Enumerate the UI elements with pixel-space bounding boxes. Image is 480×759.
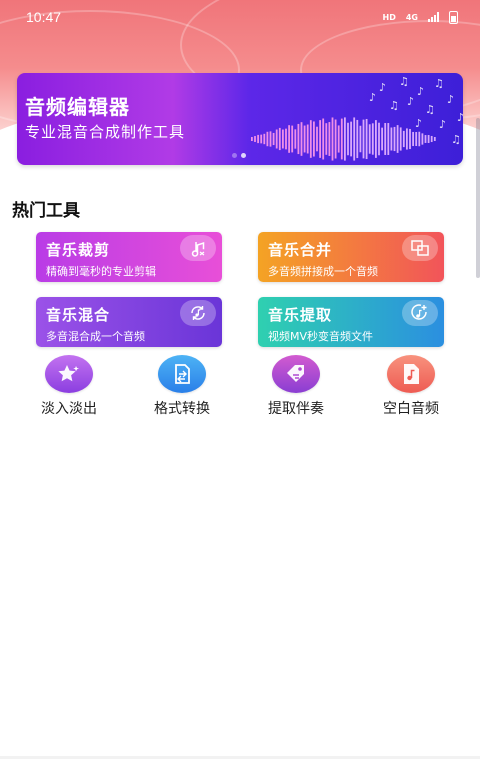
shortcut-label: 格式转换 [154,401,210,417]
svg-text:♪: ♪ [457,111,463,124]
status-bar: 10:47 HD 4G [0,0,480,34]
music-merge-card[interactable]: 音乐合并 多音频拼接成一个音频 [258,232,444,282]
status-time: 10:47 [26,9,62,25]
music-file-icon [387,355,435,393]
tag-icon [272,355,320,393]
merge-squares-icon [402,235,438,261]
network-indicator: 4G [405,12,418,22]
fade-in-out-shortcut[interactable]: 淡入淡出 [24,355,114,418]
hd-indicator: HD [382,12,396,22]
battery-icon [449,10,458,24]
hot-tools-title: 热门工具 [12,201,80,221]
music-note-scissors-icon [180,235,216,261]
banner-subtitle: 专业混音合成制作工具 [25,123,186,141]
svg-text:♫: ♫ [399,75,409,88]
card-title: 音乐合并 [268,241,333,259]
shortcut-label: 空白音频 [383,401,439,417]
scrollbar[interactable] [476,118,480,278]
banner-pagination [232,153,246,158]
soundwave-illustration: ♪ ♫♪ ♫♪♫ ♪♫♪ ♫♪♪ ♪ [251,75,463,161]
music-extract-icon [402,300,438,326]
banner-dot-active[interactable] [241,153,246,158]
card-desc: 多音混合成一个音频 [46,330,145,343]
svg-text:♪: ♪ [415,117,422,130]
svg-text:♪: ♪ [447,93,454,106]
card-desc: 多音频拼接成一个音频 [268,265,378,278]
svg-text:♫: ♫ [434,77,444,90]
promo-banner[interactable]: 音频编辑器 专业混音合成制作工具 ♪ ♫ ♪ ♫ ♪ ♫ ♪ ♫ ♪ ♫ ♪ ♪ ♪ [17,73,463,165]
svg-text:♪: ♪ [407,95,414,108]
svg-text:♪: ♪ [379,81,386,94]
music-cycle-icon [180,300,216,326]
svg-text:♫: ♫ [425,103,435,116]
svg-text:♫: ♫ [389,99,399,112]
music-mix-card[interactable]: 音乐混合 多音混合成一个音频 [36,297,222,347]
card-desc: 精确到毫秒的专业剪辑 [46,265,156,278]
shortcut-label: 淡入淡出 [41,401,97,417]
music-extract-card[interactable]: 音乐提取 视频MV秒变音频文件 [258,297,444,347]
status-indicators: HD 4G [382,10,458,24]
blank-audio-shortcut[interactable]: 空白音频 [366,355,456,418]
extract-accompaniment-shortcut[interactable]: 提取伴奏 [251,355,341,418]
card-desc: 视频MV秒变音频文件 [268,330,374,343]
card-title: 音乐提取 [268,306,333,324]
format-convert-shortcut[interactable]: 格式转换 [137,355,227,418]
svg-text:♪: ♪ [439,118,446,131]
svg-text:♫: ♫ [451,133,461,146]
banner-dot[interactable] [232,153,237,158]
banner-title: 音频编辑器 [25,95,130,119]
signal-icon [428,12,439,22]
card-title: 音乐混合 [46,306,111,324]
star-sparkle-icon [45,355,93,393]
file-convert-icon [158,355,206,393]
shortcut-label: 提取伴奏 [268,401,324,417]
svg-text:♪: ♪ [369,91,376,104]
card-title: 音乐裁剪 [46,241,111,259]
svg-text:♪: ♪ [417,85,424,98]
music-cut-card[interactable]: 音乐裁剪 精确到毫秒的专业剪辑 [36,232,222,282]
